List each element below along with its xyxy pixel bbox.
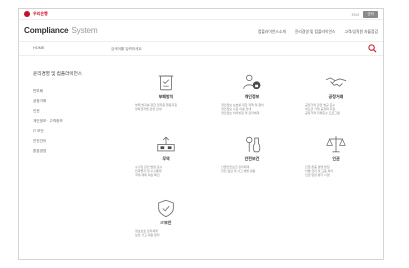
- sidebar-item-fair-trade[interactable]: 공정거래: [33, 96, 103, 106]
- main-header: Compliance System 컴플라이언스소개 윤리경영 및 컴플라이언스…: [19, 20, 383, 42]
- safety-icon: [246, 136, 261, 153]
- card-description: 수출입 관련 법령 준수 전략물자 및 수출통제 국제 제재 대상 확인: [131, 165, 201, 178]
- card-description: 개인정보 보호를 위한 정책 및 절차 개인정보 수집·이용 안내 개인정보 처…: [217, 103, 287, 116]
- logo-light-text: System: [71, 26, 98, 35]
- card-desc-line: 국제 제재 대상 확인: [135, 173, 160, 178]
- trade-icon: [157, 136, 175, 152]
- card-title: IT보안: [160, 220, 172, 225]
- search-icon[interactable]: [368, 44, 377, 53]
- top-utility-bar: 우리은행 ENG 관리: [19, 9, 383, 20]
- brand[interactable]: 우리은행: [24, 11, 48, 17]
- search-bar: HOME: [19, 42, 383, 56]
- card-description: 정보보호 관리체계 보안 사고 대응 절차: [131, 229, 201, 237]
- card-title: 공정거래: [328, 94, 344, 99]
- card-description: 부패 방지를 위한 임직원 행동지침 청탁금지법 관련 안내: [131, 103, 201, 111]
- logo-bold-text: Compliance: [24, 26, 69, 35]
- card-desc-line: 공정거래 자율준수 프로그램: [305, 111, 340, 116]
- card-title: 무역: [162, 156, 170, 161]
- card-desc-line: 청탁금지법 관련 안내: [135, 107, 162, 112]
- it-security-icon: [158, 199, 174, 218]
- brand-name: 우리은행: [33, 11, 48, 16]
- language-link[interactable]: ENG: [352, 13, 360, 17]
- card-title: 인권: [332, 156, 340, 161]
- sidebar-item-environment[interactable]: 환경경영: [33, 146, 103, 156]
- home-link[interactable]: HOME: [33, 46, 44, 50]
- top-utility-links: ENG 관리: [352, 11, 378, 18]
- main-nav: 컴플라이언스소개 윤리경영 및 컴플라이언스 고객/임직원 자율점검: [258, 30, 378, 35]
- handshake-icon: [325, 77, 347, 87]
- category-card-fair-trade[interactable]: 공정거래 공정거래 관련 법규 준수 하도급 거래 공정화 지침 공정거래 자율…: [301, 73, 371, 116]
- anti-corruption-icon: [158, 75, 174, 91]
- sidebar-item-safety[interactable]: 안전관리: [33, 136, 103, 146]
- nav-item-self-check[interactable]: 고객/임직원 자율점검: [344, 30, 378, 35]
- app-frame: 우리은행 ENG 관리 Compliance System 컴플라이언스소개 윤…: [18, 8, 384, 260]
- category-card-privacy[interactable]: 개인정보 개인정보 보호를 위한 정책 및 절차 개인정보 수집·이용 안내 개…: [217, 73, 287, 116]
- admin-button[interactable]: 관리: [363, 11, 378, 18]
- category-card-trade[interactable]: 무역 수출입 관련 법령 준수 전략물자 및 수출통제 국제 제재 대상 확인: [131, 135, 201, 178]
- card-title: 부패방지: [158, 94, 174, 99]
- sidebar-item-human-rights[interactable]: 인권: [33, 106, 103, 116]
- card-description: 인권 존중 경영 방침 차별 금지 및 고충 처리 인권 영향 평가 시행: [301, 165, 371, 178]
- human-rights-icon: [326, 136, 346, 153]
- sidebar-item-privacy[interactable]: 개인정보 · 고객정보: [33, 116, 103, 126]
- category-card-human-rights[interactable]: 인권 인권 존중 경영 방침 차별 금지 및 고충 처리 인권 영향 평가 시행: [301, 135, 371, 178]
- category-card-safety[interactable]: 안전보건 산업안전보건 관리체계 안전 점검 및 사고 예방 활동: [217, 135, 287, 173]
- card-desc-line: 보안 사고 대응 절차: [135, 233, 160, 238]
- privacy-icon: [243, 74, 261, 90]
- nav-item-intro[interactable]: 컴플라이언스소개: [258, 30, 286, 35]
- sidebar: 윤리경영 및 컴플라이언스 반부패 공정거래 인권 개인정보 · 고객정보 IT…: [33, 71, 103, 156]
- nav-item-ethics[interactable]: 윤리경영 및 컴플라이언스: [295, 30, 336, 35]
- card-desc-line: 안전 점검 및 사고 예방 활동: [221, 169, 256, 174]
- category-card-anti-corruption[interactable]: 부패방지 부패 방지를 위한 임직원 행동지침 청탁금지법 관련 안내: [131, 73, 201, 111]
- card-title: 개인정보: [244, 94, 260, 99]
- sidebar-item-it-security[interactable]: IT 보안: [33, 126, 103, 136]
- site-logo[interactable]: Compliance System: [24, 26, 98, 35]
- card-title: 안전보건: [244, 156, 260, 161]
- card-desc-line: 인권 영향 평가 시행: [305, 173, 330, 178]
- sidebar-item-anti-corruption[interactable]: 반부패: [33, 86, 103, 96]
- card-desc-line: 개인정보 처리방침 및 관리체계: [221, 111, 260, 116]
- brand-logo-icon: [24, 11, 30, 17]
- category-card-it-security[interactable]: IT보안 정보보호 관리체계 보안 사고 대응 절차: [131, 199, 201, 237]
- sidebar-title: 윤리경영 및 컴플라이언스: [33, 71, 83, 76]
- card-description: 공정거래 관련 법규 준수 하도급 거래 공정화 지침 공정거래 자율준수 프로…: [301, 103, 371, 116]
- card-description: 산업안전보건 관리체계 안전 점검 및 사고 예방 활동: [217, 165, 287, 173]
- search-input[interactable]: [111, 45, 351, 52]
